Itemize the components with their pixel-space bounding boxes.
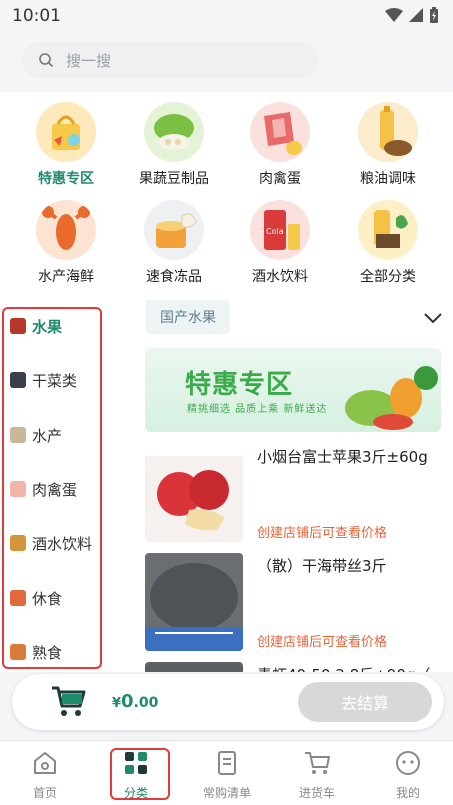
fruit-icon — [10, 318, 26, 334]
amount-decimal: .00 — [133, 695, 159, 711]
product-price-note: 创建店铺后可查看价格 — [257, 526, 388, 541]
home-icon — [34, 752, 56, 774]
app-page: 10:01 搜一搜 特惠专区 果蔬豆制品 肉禽蛋 粮油调味 水产海鲜 速食冻品 … — [0, 0, 453, 805]
tab-category[interactable]: 分类 — [91, 749, 181, 801]
sidebar-item-label: 水产 — [32, 426, 63, 445]
amount-integer: 0 — [121, 691, 134, 712]
meat-icon — [10, 481, 26, 497]
banner-subtitle: 精挑细选 品质上乘 新鲜送达 — [187, 404, 328, 415]
status-bar: 10:01 — [0, 0, 453, 32]
product-name: （散）干海带丝3斤 — [257, 557, 387, 575]
currency-symbol: ¥ — [112, 696, 122, 711]
fish-icon — [10, 427, 26, 443]
wifi-icon — [385, 8, 403, 22]
tab-profile[interactable]: 我的 — [363, 749, 453, 801]
category-item-drinks[interactable]: Cola 酒水饮料 — [225, 200, 335, 286]
vegetable-icon — [144, 102, 204, 162]
cola-can-icon: Cola — [250, 200, 310, 260]
category-label: 速食冻品 — [146, 269, 202, 285]
battery-icon — [430, 7, 438, 23]
sidebar-item-label: 干菜类 — [32, 371, 78, 390]
product-card[interactable]: 小烟台富士苹果3斤±60g 创建店铺后可查看价格 — [145, 444, 441, 544]
product-image — [145, 662, 243, 672]
checkout-button[interactable]: 去结算 — [298, 682, 432, 722]
subcategory-chip[interactable]: 国产水果 — [146, 300, 230, 334]
sidebar-item-fruit[interactable]: 水果 — [10, 311, 128, 341]
category-grid: 特惠专区 果蔬豆制品 肉禽蛋 粮油调味 水产海鲜 速食冻品 Cola 酒水饮料 … — [0, 92, 453, 298]
sidebar-item-label: 酒水饮料 — [32, 534, 93, 553]
svg-text:Cola: Cola — [266, 227, 284, 236]
tab-label: 进货车 — [298, 786, 335, 800]
tab-label: 首页 — [32, 786, 57, 800]
cart-bar: ¥0.00 去结算 — [12, 674, 444, 730]
tab-purchase-cart[interactable]: 进货车 — [272, 749, 362, 801]
profile-icon — [396, 751, 420, 775]
product-name: 小烟台富士苹果3斤±60g — [257, 448, 428, 466]
snack-icon — [10, 590, 26, 606]
sidebar: 水果 干菜类 水产 肉禽蛋 酒水饮料 休食 熟食 — [0, 298, 132, 672]
banner-title: 特惠专区 — [185, 370, 294, 400]
cart-icon[interactable] — [50, 684, 86, 718]
cooked-food-icon — [10, 644, 26, 660]
category-item-special-offers[interactable]: 特惠专区 — [11, 102, 121, 188]
product-image — [145, 444, 243, 542]
tab-home[interactable]: 首页 — [0, 749, 90, 801]
category-label: 果蔬豆制品 — [139, 171, 209, 187]
dried-veg-icon — [10, 372, 26, 388]
product-card[interactable]: （散）干海带丝3斤 创建店铺后可查看价格 — [145, 553, 441, 653]
product-image — [145, 553, 243, 651]
shopping-bag-icon — [36, 102, 96, 162]
meat-icon — [250, 102, 310, 162]
oil-bottle-icon — [358, 102, 418, 162]
dumpling-icon — [144, 200, 204, 260]
tab-frequent-list[interactable]: 常购清单 — [182, 749, 272, 801]
tab-label: 分类 — [123, 786, 148, 800]
search-input[interactable]: 搜一搜 — [22, 42, 319, 78]
category-label: 水产海鲜 — [38, 269, 94, 285]
sidebar-item-label: 肉禽蛋 — [32, 480, 78, 499]
chevron-down-icon[interactable] — [423, 312, 443, 324]
product-name: 青虾40-50 2.8斤±90g（ — [257, 664, 447, 672]
signal-icon — [409, 8, 423, 22]
category-grid-icon — [125, 752, 147, 774]
category-item-seafood[interactable]: 水产海鲜 — [11, 200, 121, 286]
sidebar-item-meat[interactable]: 肉禽蛋 — [10, 474, 128, 504]
category-label: 特惠专区 — [38, 171, 94, 187]
status-time: 10:01 — [12, 6, 61, 26]
category-label: 粮油调味 — [360, 171, 416, 187]
search-icon — [39, 53, 54, 68]
tab-label: 我的 — [395, 786, 420, 800]
category-item-frozen[interactable]: 速食冻品 — [119, 200, 229, 286]
category-label: 酒水饮料 — [252, 269, 308, 285]
category-label: 肉禽蛋 — [259, 171, 301, 187]
sidebar-item-seafood[interactable]: 水产 — [10, 420, 128, 450]
category-label: 全部分类 — [360, 269, 416, 285]
sidebar-item-drinks[interactable]: 酒水饮料 — [10, 528, 128, 558]
search-placeholder: 搜一搜 — [66, 51, 112, 70]
list-icon — [218, 751, 236, 775]
sidebar-item-snacks[interactable]: 休食 — [10, 583, 128, 613]
sidebar-item-label: 水果 — [32, 317, 63, 336]
product-card[interactable]: 青虾40-50 2.8斤±90g（ — [145, 662, 441, 672]
vegetables-image — [345, 366, 438, 430]
cart-icon — [305, 752, 330, 774]
sidebar-item-label: 熟食 — [32, 643, 63, 662]
sidebar-item-dried-veg[interactable]: 干菜类 — [10, 365, 128, 395]
promo-banner[interactable]: 特惠专区 精挑细选 品质上乘 新鲜送达 — [145, 348, 441, 432]
product-panel: 国产水果 特惠专区 精挑细选 品质上乘 新鲜送达 小烟台富士苹果3斤±60g 创… — [132, 298, 453, 672]
drink-icon — [10, 535, 26, 551]
product-price-note: 创建店铺后可查看价格 — [257, 635, 388, 650]
sidebar-item-cooked[interactable]: 熟食 — [10, 637, 128, 667]
category-item-all[interactable]: 全部分类 — [333, 200, 443, 286]
cart-total: ¥0.00 — [112, 691, 158, 712]
category-item-meat[interactable]: 肉禽蛋 — [225, 102, 335, 188]
tab-bar: 首页 分类 常购清单 进货车 我的 — [0, 740, 453, 805]
category-item-grain-oil[interactable]: 粮油调味 — [333, 102, 443, 188]
all-categories-icon — [358, 200, 418, 260]
category-item-produce[interactable]: 果蔬豆制品 — [119, 102, 229, 188]
tab-label: 常购清单 — [202, 786, 251, 800]
lobster-icon — [36, 200, 96, 260]
sidebar-item-label: 休食 — [32, 589, 63, 608]
